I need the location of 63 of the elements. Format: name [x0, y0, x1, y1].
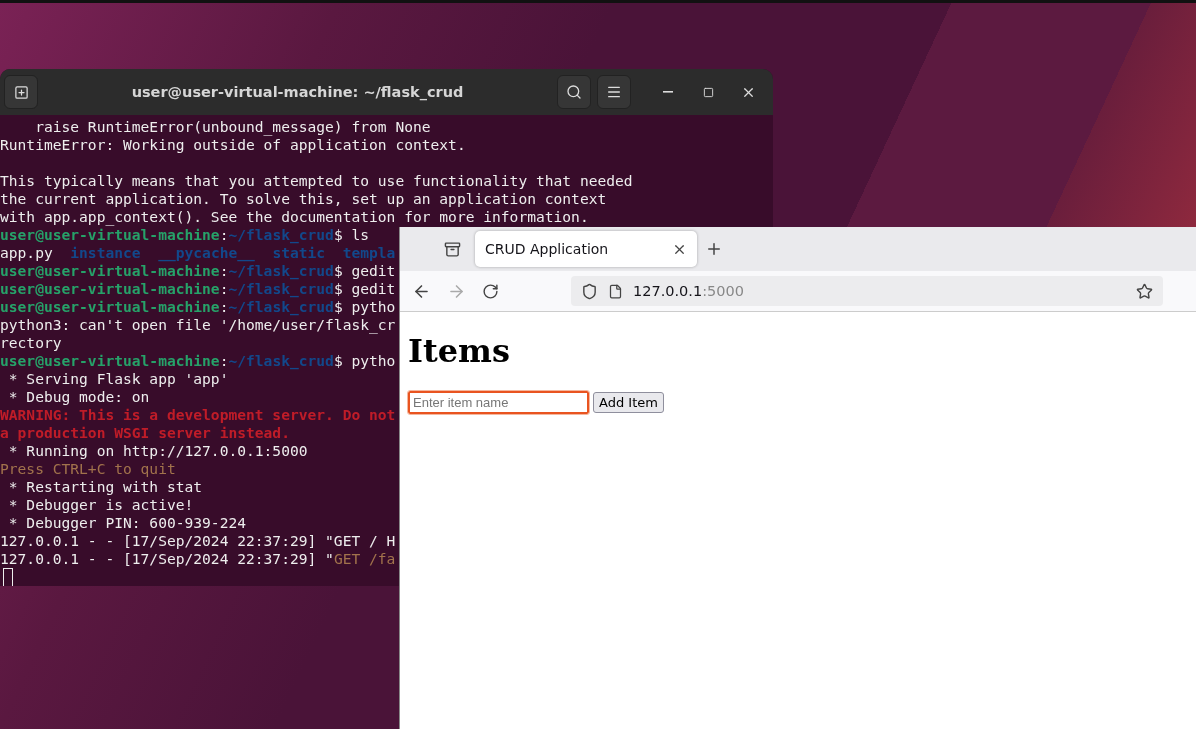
- maximize-icon: [702, 86, 714, 98]
- terminal-text: Press CTRL+C to quit: [0, 460, 176, 477]
- new-tab-button[interactable]: [4, 75, 38, 109]
- terminal-text: user@user-virtual-machine: [0, 298, 220, 315]
- reload-icon[interactable]: [482, 282, 499, 300]
- terminal-text: * Restarting with stat: [7, 478, 203, 495]
- address-bar[interactable]: 127.0.0.1:5000: [571, 276, 1163, 306]
- terminal-text: :: [219, 226, 229, 243]
- text-cursor: [3, 568, 13, 586]
- terminal-text: * Debugger is active!: [7, 496, 194, 513]
- terminal-text: :: [219, 352, 229, 369]
- terminal-text: user@user-virtual-machine: [0, 280, 220, 297]
- terminal-text: $ gedit: [333, 280, 396, 297]
- tab-title: CRUD Application: [485, 241, 609, 257]
- terminal-text: * Running on http://127.0.0.1:5000: [7, 442, 308, 459]
- terminal-text: ~/flask_crud: [228, 226, 334, 243]
- menu-button[interactable]: [597, 75, 631, 109]
- plus-icon[interactable]: [705, 240, 723, 258]
- terminal-text: ~/flask_crud: [228, 262, 334, 279]
- terminal-text: $ ls: [333, 226, 370, 243]
- menu-icon: [606, 84, 622, 100]
- terminal-text: :: [219, 280, 229, 297]
- page-icon: [608, 283, 623, 299]
- terminal-text: 127.0.0.1 - - [17/Sep/2024 22:37:29] "GET / H: [0, 532, 396, 549]
- search-icon: [566, 84, 582, 100]
- terminal-text: :: [219, 262, 229, 279]
- search-button[interactable]: [557, 75, 591, 109]
- terminal-text: instance __pycache__ static templa: [70, 244, 396, 261]
- terminal-text: with app.app_context(). See the documentation for more information.: [0, 208, 589, 225]
- terminal-text: ~/flask_crud: [228, 352, 334, 369]
- terminal-text: $ gedit: [333, 262, 396, 279]
- minimize-icon: [663, 91, 673, 93]
- terminal-text: rectory: [0, 334, 62, 351]
- terminal-text: ~/flask_crud: [228, 298, 334, 315]
- page-heading: Items: [408, 332, 511, 370]
- terminal-text: * Debug mode: on: [7, 388, 150, 405]
- star-icon[interactable]: [1136, 282, 1153, 300]
- window-title: user@user-virtual-machine: ~/flask_crud: [130, 84, 465, 100]
- terminal-text: app.py: [0, 244, 54, 261]
- terminal-text: 127.0.0.1 - - [17/Sep/2024 22:37:29] ": [0, 550, 334, 567]
- terminal-text: $ pytho: [333, 352, 396, 369]
- terminal-text: * Serving Flask app 'app': [7, 370, 229, 387]
- terminal-text: This typically means that you attempted to use functionality that needed: [0, 172, 633, 189]
- terminal-text: ~/flask_crud: [228, 280, 334, 297]
- terminal-text: user@user-virtual-machine: [0, 262, 220, 279]
- terminal-text: $ pytho: [333, 298, 396, 315]
- terminal-text: :: [219, 298, 229, 315]
- terminal-text: a production WSGI server instead.: [0, 424, 290, 441]
- terminal-text: python3: can't open file '/home/user/flask_cr: [0, 316, 396, 333]
- terminal-text: raise RuntimeError(unbound_message) from None: [34, 118, 431, 135]
- terminal-text: user@user-virtual-machine: [0, 352, 220, 369]
- url-text: 127.0.0.1:5000: [633, 283, 744, 299]
- plus-icon: [13, 84, 29, 100]
- terminal-text: user@user-virtual-machine: [0, 226, 220, 243]
- browser-tab[interactable]: CRUD Application: [475, 231, 697, 267]
- add-item-button[interactable]: Add Item: [593, 392, 664, 413]
- item-name-field[interactable]: Enter item name: [408, 391, 589, 414]
- shield-icon[interactable]: [581, 282, 598, 300]
- terminal-text: the current application. To solve this, set up an application context: [0, 190, 607, 207]
- terminal-text: WARNING: This is a development server. Do not: [0, 406, 396, 423]
- terminal-text: * Debugger PIN: 600-939-224: [7, 514, 246, 531]
- terminal-text: GET /fa: [333, 550, 396, 567]
- terminal-text: RuntimeError: Working outside of application context.: [0, 136, 466, 153]
